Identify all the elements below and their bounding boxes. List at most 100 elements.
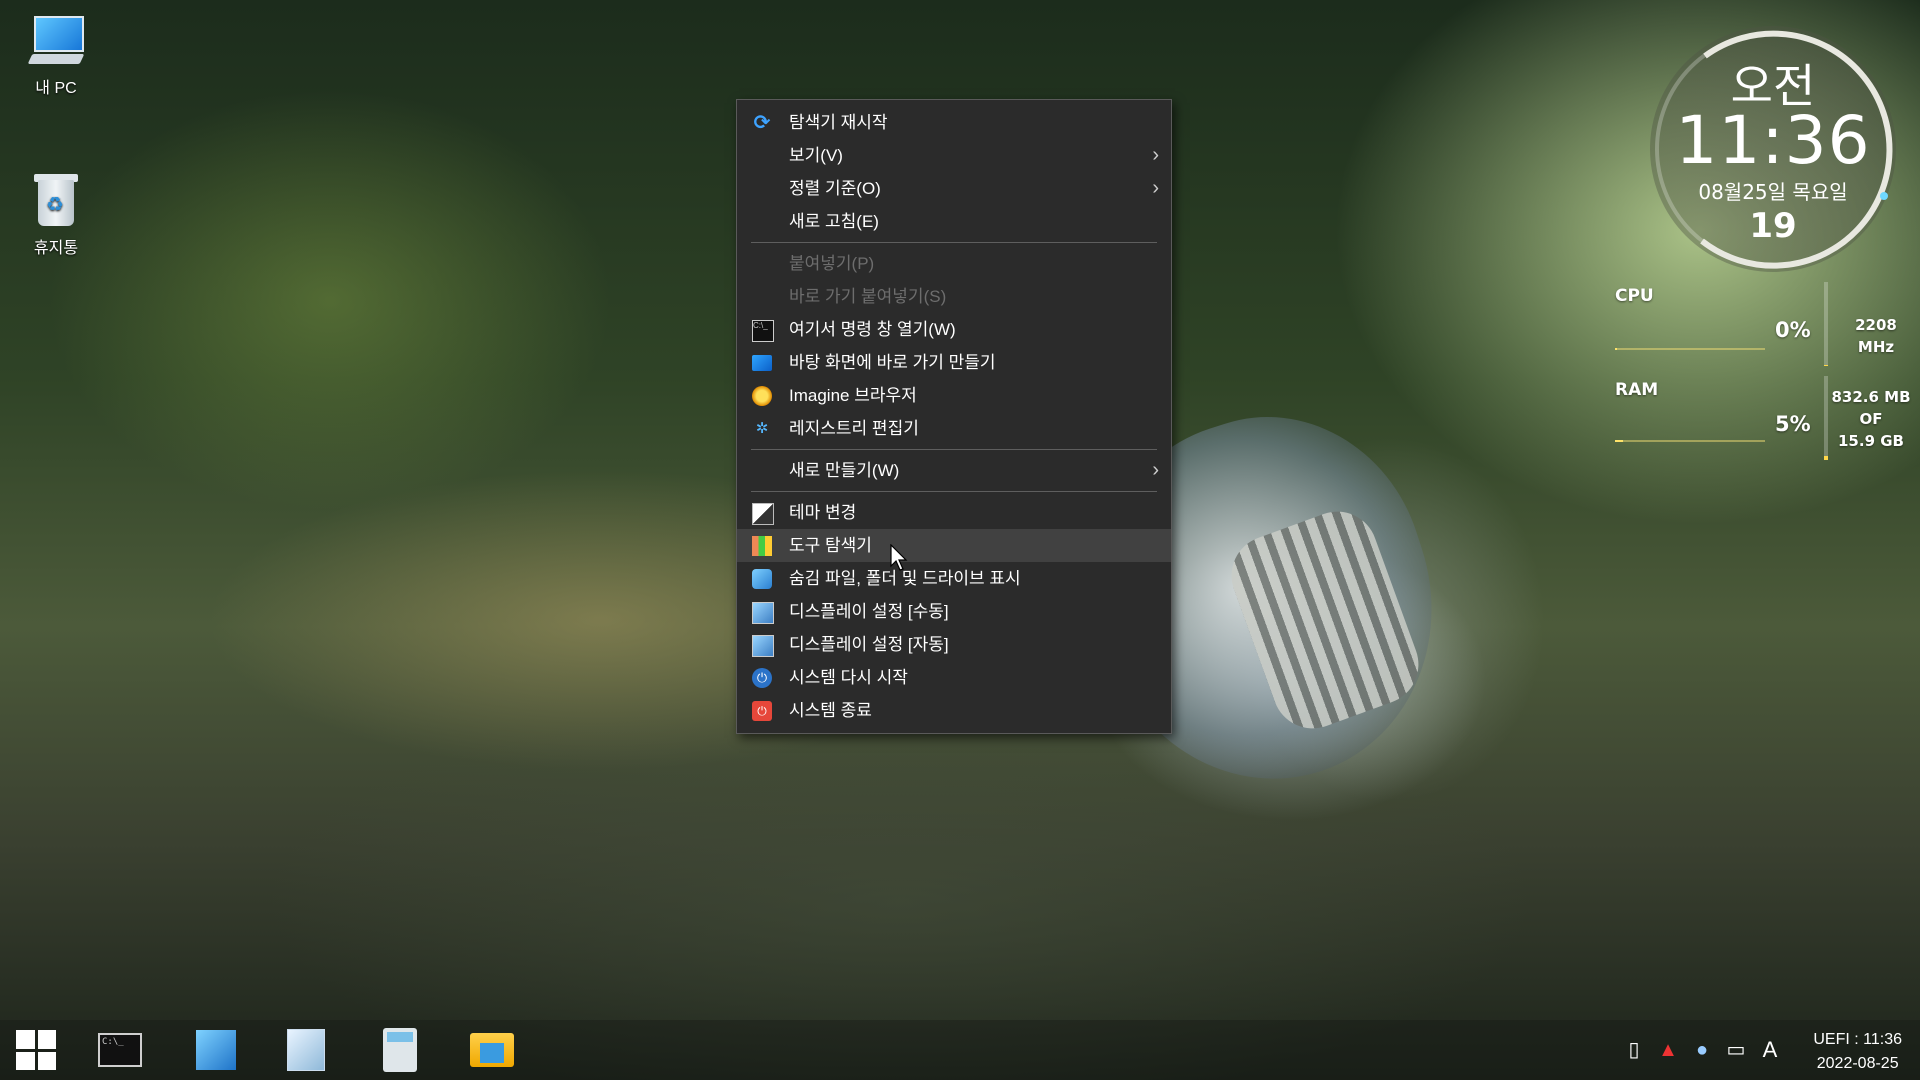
clock-time: 11:36	[1675, 102, 1871, 179]
menu-item-label: 시스템 다시 시작	[789, 668, 908, 687]
ram-vbar-fill	[1824, 455, 1828, 460]
registry-icon: ✲	[755, 420, 769, 437]
clock-seconds: 19	[1749, 206, 1797, 246]
menu-separator	[751, 449, 1157, 450]
desktop-icon-my-pc[interactable]: 내 PC	[8, 12, 104, 98]
menu-item-label: 새로 고침(E)	[789, 212, 879, 231]
menu-item-label: 시스템 종료	[789, 701, 872, 720]
imagine-icon	[752, 386, 772, 406]
start-button[interactable]	[0, 1020, 72, 1080]
desktop-icon	[752, 355, 772, 371]
menu-separator	[751, 491, 1157, 492]
menu-item-label: 새로 만들기(W)	[789, 461, 900, 480]
cpu-label: CPU	[1615, 286, 1654, 306]
menu-item-label: 정렬 기준(O)	[789, 179, 881, 198]
notepad-icon	[287, 1029, 325, 1071]
menu-item-show-hidden-files[interactable]: 숨김 파일, 폴더 및 드라이브 표시	[737, 562, 1171, 595]
menu-item-registry-editor[interactable]: ✲ 레지스트리 편집기	[737, 412, 1171, 445]
menu-item-new[interactable]: 새로 만들기(W) ›	[737, 454, 1171, 487]
ram-of: OF	[1859, 410, 1883, 428]
menu-item-label: 붙여넣기(P)	[789, 254, 875, 273]
taskbar-notepad[interactable]	[270, 1020, 342, 1080]
menu-item-imagine-browser[interactable]: Imagine 브라우저	[737, 379, 1171, 412]
clock-date: 08월25일 목요일	[1698, 180, 1848, 204]
display-icon	[752, 602, 774, 624]
ram-bar-fill	[1615, 440, 1623, 442]
cpu-vbar	[1824, 282, 1828, 366]
ime-indicator[interactable]: A	[1758, 1038, 1782, 1062]
menu-item-change-theme[interactable]: 테마 변경	[737, 496, 1171, 529]
menu-item-display-settings-auto[interactable]: 디스플레이 설정 [자동]	[737, 628, 1171, 661]
desktop-icon-label: 휴지통	[33, 240, 79, 257]
menu-item-paste-shortcut: 바로 가기 붙여넣기(S)	[737, 280, 1171, 313]
restart-icon: ⏻	[752, 668, 772, 688]
menu-item-label: 도구 탐색기	[789, 536, 872, 555]
tools-icon	[752, 536, 772, 556]
taskbar-command-prompt[interactable]: C:\_	[84, 1020, 156, 1080]
menu-item-label: 보기(V)	[789, 146, 843, 165]
taskbar-clock-date: 2022-08-25	[1816, 1055, 1899, 1072]
menu-item-open-command-window[interactable]: C:\_ 여기서 명령 창 열기(W)	[737, 313, 1171, 346]
refresh-icon: ⟳	[753, 112, 771, 134]
cpu-percent: 0%	[1775, 318, 1811, 342]
taskbar-clock[interactable]: UEFI : 11:36 2022-08-25	[1813, 1028, 1902, 1076]
taskbar: C:\_ ▯ ▲ ● ▭ A UEFI : 11:36 2022-08-25	[0, 1020, 1920, 1080]
menu-item-label: 디스플레이 설정 [수동]	[789, 602, 949, 621]
desktop-context-menu: ⟳ 탐색기 재시작 보기(V) › 정렬 기준(O) › 새로 고침(E) 붙여…	[736, 99, 1172, 734]
menu-item-label: 탐색기 재시작	[789, 113, 888, 132]
menu-item-refresh[interactable]: 새로 고침(E)	[737, 205, 1171, 238]
menu-item-display-settings-manual[interactable]: 디스플레이 설정 [수동]	[737, 595, 1171, 628]
battery-icon[interactable]: ▭	[1724, 1038, 1748, 1062]
ram-vbar	[1824, 376, 1828, 460]
menu-item-view[interactable]: 보기(V) ›	[737, 139, 1171, 172]
desktop-icon-label: 내 PC	[35, 80, 77, 97]
taskbar-calculator[interactable]	[364, 1020, 436, 1080]
menu-item-paste: 붙여넣기(P)	[737, 247, 1171, 280]
folder-icon	[470, 1033, 514, 1067]
menu-item-label: 여기서 명령 창 열기(W)	[789, 320, 956, 339]
menu-item-system-restart[interactable]: ⏻ 시스템 다시 시작	[737, 661, 1171, 694]
menu-item-tools-explorer[interactable]: 도구 탐색기	[737, 529, 1171, 562]
clock-widget: 오전 11:36 08월25일 목요일 19	[1650, 26, 1896, 272]
menu-separator	[751, 242, 1157, 243]
theme-icon	[752, 503, 774, 525]
network-icon[interactable]: ▲	[1656, 1038, 1680, 1062]
ram-used: 832.6 MB	[1831, 388, 1911, 406]
menu-item-system-shutdown[interactable]: ⏻ 시스템 종료	[737, 694, 1171, 727]
taskbar-clock-time: UEFI : 11:36	[1813, 1031, 1902, 1048]
command-prompt-icon: C:\_	[752, 320, 774, 342]
menu-item-label: 레지스트리 편집기	[789, 419, 919, 438]
menu-item-label: 바탕 화면에 바로 가기 만들기	[789, 353, 996, 372]
system-monitor: CPU 0% 2208 MHz RAM 5% 832.6 MB OF 15.9 …	[1605, 280, 1915, 470]
power-icon: ⏻	[752, 701, 772, 721]
taskbar-file-explorer[interactable]	[456, 1020, 528, 1080]
menu-item-label: 바로 가기 붙여넣기(S)	[789, 287, 947, 306]
hidden-files-icon	[752, 569, 772, 589]
system-tray: ▯ ▲ ● ▭ A UEFI : 11:36 2022-08-25	[1610, 1020, 1920, 1080]
menu-item-sort-by[interactable]: 정렬 기준(O) ›	[737, 172, 1171, 205]
cpu-bar	[1615, 348, 1765, 350]
recycle-bin-icon: ♻	[28, 172, 84, 228]
registry-icon	[196, 1030, 236, 1070]
menu-item-label: 테마 변경	[789, 503, 857, 522]
ram-details: 832.6 MB OF 15.9 GB	[1831, 386, 1911, 452]
ram-label: RAM	[1615, 380, 1659, 400]
volume-icon[interactable]: ●	[1690, 1038, 1714, 1062]
desktop-icon-recycle-bin[interactable]: ♻ 휴지통	[8, 172, 104, 258]
taskbar-registry-editor[interactable]	[180, 1020, 252, 1080]
ram-bar	[1615, 440, 1765, 442]
computer-icon	[27, 12, 85, 68]
mouse-cursor-icon	[890, 544, 908, 571]
command-prompt-icon: C:\_	[98, 1033, 142, 1067]
cpu-bar-fill	[1615, 348, 1617, 350]
calculator-icon	[383, 1028, 417, 1072]
chevron-right-icon: ›	[1152, 144, 1159, 166]
cpu-vbar-fill	[1824, 365, 1828, 366]
chevron-right-icon: ›	[1152, 459, 1159, 481]
cpu-frequency: 2208 MHz	[1855, 316, 1897, 356]
menu-item-restart-explorer[interactable]: ⟳ 탐색기 재시작	[737, 106, 1171, 139]
usb-icon[interactable]: ▯	[1622, 1038, 1646, 1062]
menu-item-label: Imagine 브라우저	[789, 386, 917, 405]
ram-percent: 5%	[1775, 412, 1811, 436]
menu-item-create-desktop-shortcut[interactable]: 바탕 화면에 바로 가기 만들기	[737, 346, 1171, 379]
